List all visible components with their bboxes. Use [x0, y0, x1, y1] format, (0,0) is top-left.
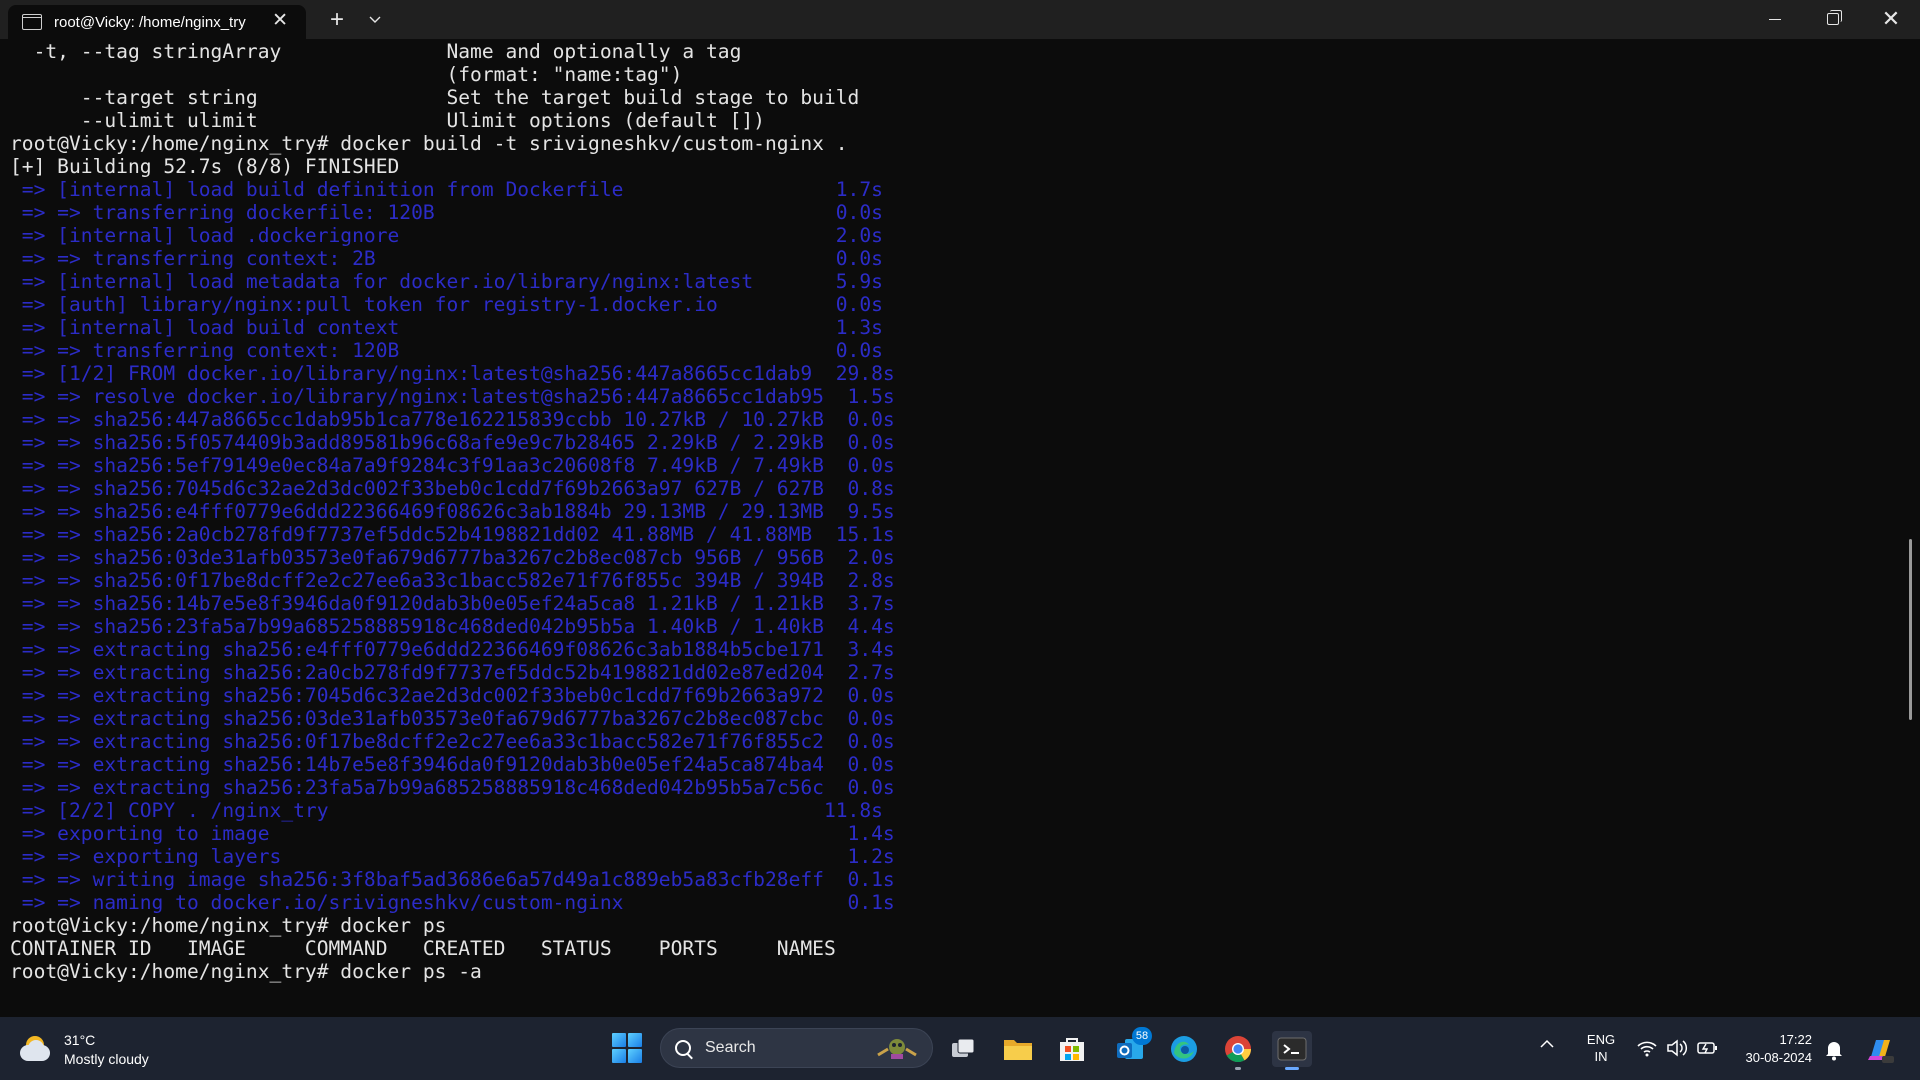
- tab-close-icon[interactable]: ✕: [272, 11, 288, 31]
- terminal-line: => [internal] load build definition from…: [10, 178, 883, 201]
- terminal-tab-icon: [22, 14, 42, 30]
- start-button[interactable]: [612, 1033, 642, 1063]
- windows-logo-icon: [612, 1033, 626, 1047]
- tab-title: root@Vicky: /home/nginx_try: [54, 13, 246, 31]
- terminal-line: => => extracting sha256:2a0cb278fd9f7737…: [10, 661, 895, 684]
- notification-badge: 58: [1132, 1027, 1152, 1045]
- terminal-line: root@Vicky:/home/nginx_try# docker build…: [10, 132, 848, 155]
- terminal-line: root@Vicky:/home/nginx_try# docker ps: [10, 914, 447, 937]
- copilot-icon[interactable]: [1864, 1034, 1896, 1066]
- store-icon: [1060, 1038, 1084, 1061]
- new-tab-button[interactable]: +: [322, 6, 352, 34]
- chevron-down-icon: [369, 16, 381, 23]
- terminal-line: => => sha256:7045d6c32ae2d3dc002f33beb0c…: [10, 477, 895, 500]
- search-icon: [675, 1040, 691, 1056]
- edge-icon: [1171, 1036, 1197, 1062]
- battery-icon[interactable]: [1696, 1038, 1718, 1058]
- terminal-line: => => sha256:0f17be8dcff2e2c27ee6a33c1ba…: [10, 569, 895, 592]
- terminal-line: => exporting to image 1.4s: [10, 822, 895, 845]
- terminal-line: => => sha256:447a8665cc1dab95b1ca778e162…: [10, 408, 895, 431]
- task-view-button[interactable]: [944, 1031, 984, 1067]
- task-view-icon: [952, 1038, 975, 1057]
- terminal-line: => => exporting layers 1.2s: [10, 845, 895, 868]
- terminal-output[interactable]: -t, --tag stringArray Name and optionall…: [0, 39, 1908, 1017]
- clock-date: 30-08-2024: [1745, 1050, 1813, 1065]
- chevron-up-icon: [1540, 1039, 1554, 1048]
- terminal-line: => => sha256:5f0574409b3add89581b96c68af…: [10, 431, 895, 454]
- terminal-line: => [internal] load build context 1.3s: [10, 316, 883, 339]
- terminal-line: => => extracting sha256:e4fff0779e6ddd22…: [10, 638, 895, 661]
- terminal-line: => => sha256:2a0cb278fd9f7737ef5ddc52b41…: [10, 523, 895, 546]
- system-clock[interactable]: 17:22 30-08-2024: [1734, 1031, 1813, 1067]
- file-explorer-button[interactable]: [998, 1031, 1038, 1067]
- terminal-line: CONTAINER ID IMAGE COMMAND CREATED STATU…: [10, 937, 836, 960]
- terminal-line: => => extracting sha256:23fa5a7b99a68525…: [10, 776, 895, 799]
- active-indicator: [1285, 1067, 1299, 1070]
- outlook-button[interactable]: 58: [1110, 1027, 1152, 1067]
- chrome-icon: [1225, 1036, 1252, 1063]
- terminal-icon: [1277, 1037, 1307, 1061]
- terminal-line: => => extracting sha256:0f17be8dcff2e2c2…: [10, 730, 895, 753]
- taskbar-search[interactable]: Search: [660, 1028, 933, 1068]
- terminal-line: => [1/2] FROM docker.io/library/nginx:la…: [10, 362, 895, 385]
- input-language[interactable]: ENG IN: [1584, 1031, 1618, 1065]
- terminal-line: => => transferring dockerfile: 120B 0.0s: [10, 201, 883, 224]
- terminal-scrollbar[interactable]: [1909, 539, 1912, 720]
- terminal-line: => => naming to docker.io/srivigneshkv/c…: [10, 891, 895, 914]
- weather-condition: Mostly cloudy: [64, 1051, 149, 1067]
- edge-button[interactable]: [1164, 1031, 1204, 1067]
- terminal-line: [+] Building 52.7s (8/8) FINISHED: [10, 155, 400, 178]
- wifi-icon[interactable]: [1636, 1038, 1658, 1058]
- terminal-line: => => extracting sha256:03de31afb03573e0…: [10, 707, 895, 730]
- terminal-line: => => extracting sha256:14b7e5e8f3946da0…: [10, 753, 895, 776]
- search-label: Search: [705, 1039, 756, 1056]
- terminal-line: => [internal] load .dockerignore 2.0s: [10, 224, 883, 247]
- terminal-line: => [internal] load metadata for docker.i…: [10, 270, 883, 293]
- minimize-button[interactable]: [1746, 0, 1804, 38]
- language-code: ENG: [1586, 1032, 1616, 1047]
- terminal-line: => [2/2] COPY . /nginx_try 11.8s: [10, 799, 883, 822]
- partly-cloudy-icon: [16, 1034, 54, 1066]
- terminal-line: => [auth] library/nginx:pull token for r…: [10, 293, 883, 316]
- weather-temperature: 31°C: [64, 1032, 96, 1048]
- chrome-button[interactable]: [1218, 1031, 1258, 1070]
- terminal-line: => => sha256:14b7e5e8f3946da0f9120dab3b0…: [10, 592, 895, 615]
- restore-icon: [1827, 10, 1842, 25]
- terminal-line: --target string Set the target build sta…: [10, 86, 860, 109]
- terminal-line: => => sha256:23fa5a7b99a685258885918c468…: [10, 615, 895, 638]
- terminal-line: => => resolve docker.io/library/nginx:la…: [10, 385, 895, 408]
- weather-widget[interactable]: 31°C Mostly cloudy: [16, 1030, 149, 1070]
- running-indicator: [1235, 1067, 1241, 1070]
- terminal-line: -t, --tag stringArray Name and optionall…: [10, 40, 742, 63]
- search-highlight-icon: [877, 1039, 917, 1059]
- terminal-line: => => transferring context: 2B 0.0s: [10, 247, 883, 270]
- close-window-button[interactable]: ✕: [1862, 0, 1920, 38]
- folder-icon: [1004, 1040, 1032, 1060]
- terminal-line: => => sha256:e4fff0779e6ddd22366469f0862…: [10, 500, 895, 523]
- terminal-line: root@Vicky:/home/nginx_try# docker ps -a: [10, 960, 482, 983]
- terminal-button[interactable]: [1272, 1031, 1312, 1070]
- restore-button[interactable]: [1804, 0, 1862, 38]
- terminal-line: (format: "name:tag"): [10, 63, 683, 86]
- clock-time: 17:22: [1779, 1032, 1812, 1047]
- tab-dropdown-button[interactable]: [360, 6, 390, 34]
- show-hidden-icons-button[interactable]: [1540, 1036, 1554, 1052]
- minimize-icon: [1769, 18, 1781, 20]
- terminal-line: => => transferring context: 120B 0.0s: [10, 339, 883, 362]
- terminal-line: => => extracting sha256:7045d6c32ae2d3dc…: [10, 684, 895, 707]
- terminal-line: => => sha256:03de31afb03573e0fa679d6777b…: [10, 546, 895, 569]
- title-bar: root@Vicky: /home/nginx_try ✕ + ✕: [0, 0, 1920, 39]
- notification-bell-icon[interactable]: [1824, 1039, 1844, 1061]
- terminal-line: --ulimit ulimit Ulimit options (default …: [10, 109, 765, 132]
- terminal-line: => => writing image sha256:3f8baf5ad3686…: [10, 868, 895, 891]
- tab-terminal[interactable]: root@Vicky: /home/nginx_try ✕: [8, 5, 306, 39]
- region-code: IN: [1594, 1049, 1608, 1064]
- volume-icon[interactable]: [1666, 1038, 1688, 1058]
- microsoft-store-button[interactable]: [1052, 1031, 1092, 1067]
- terminal-line: => => sha256:5ef79149e0ec84a7a9f9284c3f9…: [10, 454, 895, 477]
